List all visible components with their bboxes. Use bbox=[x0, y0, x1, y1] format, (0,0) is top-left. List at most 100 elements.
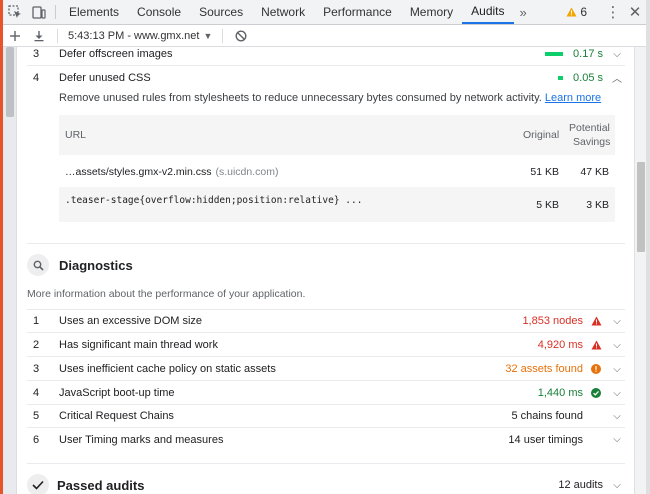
row-number: 2 bbox=[33, 339, 40, 351]
chevron-down-icon[interactable]: ⌵ bbox=[609, 340, 625, 351]
row-value: 4,920 ms bbox=[537, 339, 583, 351]
caret-down-icon: ▼ bbox=[203, 30, 213, 41]
magnifier-icon bbox=[27, 254, 49, 276]
savings-bar bbox=[558, 75, 564, 80]
original-size: 5 KB bbox=[536, 198, 559, 211]
potential-savings: 3 KB bbox=[586, 198, 609, 211]
table-header: URL Original Potential Savings bbox=[59, 115, 615, 155]
warnings-count: 6 bbox=[580, 5, 587, 19]
row-title: Uses inefficient cache policy on static … bbox=[59, 363, 276, 375]
row-number: 6 bbox=[33, 433, 40, 446]
right-window-edge bbox=[646, 0, 650, 494]
opportunity-row-expanded[interactable]: 4 Defer unused CSS 0.05 s ︿ bbox=[27, 66, 625, 89]
customize-menu-icon[interactable]: ⋮ bbox=[602, 3, 624, 21]
tab-network[interactable]: Network bbox=[252, 0, 314, 24]
diagnostic-row[interactable]: 5 Critical Request Chains 5 chains found… bbox=[27, 405, 625, 428]
tab-memory[interactable]: Memory bbox=[401, 0, 462, 24]
left-panel-gutter bbox=[3, 47, 17, 494]
unused-css-table: URL Original Potential Savings …assets/s… bbox=[59, 115, 615, 222]
row-title: Has significant main thread work bbox=[59, 339, 218, 351]
row-title: Defer unused CSS bbox=[59, 71, 151, 84]
passed-audits-header[interactable]: Passed audits 12 audits ⌵ bbox=[27, 471, 625, 494]
chevron-down-icon[interactable]: ⌵ bbox=[609, 480, 625, 491]
chevron-down-icon[interactable]: ⌵ bbox=[609, 364, 625, 375]
audits-toolbar: 5:43:13 PM - www.gmx.net ▼ bbox=[3, 25, 646, 47]
chevron-down-icon[interactable]: ⌵ bbox=[609, 49, 625, 60]
vertical-scrollbar[interactable] bbox=[634, 47, 646, 494]
row-title: Defer offscreen images bbox=[59, 48, 173, 60]
header-url: URL bbox=[65, 129, 87, 141]
new-audit-icon[interactable] bbox=[3, 30, 27, 42]
warnings-badge[interactable]: 6 bbox=[560, 5, 593, 19]
gutter-scroll-thumb[interactable] bbox=[6, 47, 14, 117]
row-value: 5 chains found bbox=[511, 410, 583, 422]
resource-url[interactable]: …assets/styles.gmx-v2.min.css (s.uicdn.co… bbox=[65, 166, 278, 178]
diagnostic-row[interactable]: 2 Has significant main thread work 4,920… bbox=[27, 334, 625, 357]
diagnostics-header: Diagnostics bbox=[27, 254, 133, 276]
url-text: …assets/styles.gmx-v2.min.css bbox=[65, 166, 212, 178]
row-title: JavaScript boot-up time bbox=[59, 387, 175, 399]
row-value: 1,440 ms bbox=[537, 387, 583, 399]
original-size: 51 KB bbox=[530, 166, 559, 178]
section-divider bbox=[27, 243, 625, 244]
tab-console[interactable]: Console bbox=[128, 0, 190, 24]
warning-icon bbox=[566, 7, 577, 17]
diagnostics-description: More information about the performance o… bbox=[27, 288, 306, 300]
diagnostic-row[interactable]: 1 Uses an excessive DOM size 1,853 nodes… bbox=[27, 310, 625, 333]
chevron-up-icon[interactable]: ︿ bbox=[609, 70, 625, 85]
device-toolbar-icon[interactable] bbox=[27, 0, 51, 24]
row-value: 1,853 nodes bbox=[522, 315, 583, 327]
fail-triangle-icon bbox=[589, 316, 603, 326]
diagnostic-row[interactable]: 4 JavaScript boot-up time 1,440 ms ⌵ bbox=[27, 382, 625, 405]
info-circle-icon bbox=[589, 364, 603, 374]
passed-audits-title: Passed audits bbox=[57, 477, 145, 493]
toolbar-divider bbox=[55, 5, 56, 19]
diagnostic-row[interactable]: 3 Uses inefficient cache policy on stati… bbox=[27, 358, 625, 381]
tab-performance[interactable]: Performance bbox=[314, 0, 401, 24]
inspect-element-icon[interactable] bbox=[3, 0, 27, 24]
scrollbar-thumb[interactable] bbox=[637, 162, 645, 252]
header-original: Original bbox=[523, 129, 560, 141]
close-devtools-icon[interactable]: ✕ bbox=[624, 3, 646, 21]
toolbar-divider bbox=[222, 28, 224, 43]
row-value: 0.17 s bbox=[573, 48, 603, 60]
audit-description: Remove unused rules from stylesheets to … bbox=[59, 92, 601, 104]
row-number: 4 bbox=[33, 387, 40, 399]
download-report-icon[interactable] bbox=[27, 30, 51, 42]
more-tabs-button[interactable]: » bbox=[514, 0, 533, 24]
chevron-down-icon[interactable]: ⌵ bbox=[609, 411, 625, 422]
opportunity-row[interactable]: 3 Defer offscreen images 0.17 s ⌵ bbox=[27, 47, 625, 66]
table-row: …assets/styles.gmx-v2.min.css (s.uicdn.co… bbox=[59, 157, 615, 187]
row-number: 3 bbox=[33, 48, 40, 60]
row-title: Critical Request Chains bbox=[59, 410, 174, 422]
chevron-down-icon[interactable]: ⌵ bbox=[609, 434, 625, 445]
fail-triangle-icon bbox=[589, 340, 603, 350]
audit-report: 3 Defer offscreen images 0.17 s ⌵ 4 Defe… bbox=[17, 47, 634, 494]
table-row: .teaser-stage{overflow:hidden;position:r… bbox=[59, 187, 615, 222]
row-title: Uses an excessive DOM size bbox=[59, 315, 203, 327]
row-value: 32 assets found bbox=[505, 363, 583, 375]
row-value: 0.05 s bbox=[573, 71, 603, 84]
toolbar-divider bbox=[57, 28, 58, 43]
learn-more-link[interactable]: Learn more bbox=[545, 92, 601, 104]
row-title: User Timing marks and measures bbox=[59, 433, 224, 446]
tab-sources[interactable]: Sources bbox=[190, 0, 252, 24]
header-savings: Savings bbox=[573, 136, 611, 148]
report-selector[interactable]: 5:43:13 PM - www.gmx.net ▼ bbox=[64, 30, 216, 42]
row-number: 1 bbox=[33, 315, 40, 327]
report-selector-label: 5:43:13 PM - www.gmx.net bbox=[68, 29, 200, 42]
tab-audits[interactable]: Audits bbox=[462, 0, 514, 24]
clear-all-icon[interactable] bbox=[229, 29, 253, 42]
tab-elements[interactable]: Elements bbox=[60, 0, 128, 24]
checkmark-icon bbox=[27, 474, 49, 494]
chevron-down-icon[interactable]: ⌵ bbox=[609, 388, 625, 399]
row-value: 14 user timings bbox=[508, 433, 583, 446]
pass-check-icon bbox=[589, 388, 603, 398]
savings-bar bbox=[545, 52, 564, 56]
chevron-down-icon[interactable]: ⌵ bbox=[609, 316, 625, 327]
row-number: 3 bbox=[33, 363, 40, 375]
row-number: 4 bbox=[33, 71, 40, 84]
diagnostics-title: Diagnostics bbox=[59, 257, 133, 273]
diagnostic-row[interactable]: 6 User Timing marks and measures 14 user… bbox=[27, 428, 625, 451]
header-potential: Potential bbox=[569, 122, 610, 134]
